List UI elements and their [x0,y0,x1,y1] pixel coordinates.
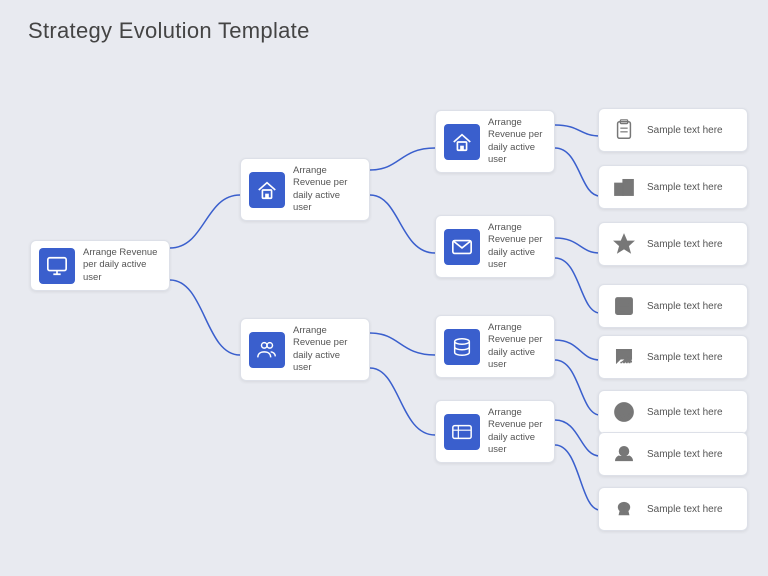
database-svg [451,336,473,358]
branch4-node[interactable]: Arrange Revenue per daily active user [435,400,555,463]
mid1-icon [249,172,285,208]
root-icon [39,248,75,284]
leaf7-card[interactable]: Sample text here [598,432,748,476]
leaf1-icon [609,115,639,145]
branch2-label: Arrange Revenue per daily active user [488,222,546,271]
buildings-svg [613,176,635,198]
branch1-icon [444,124,480,160]
leaf1-text: Sample text here [647,125,723,136]
leaf4-card[interactable]: Sample text here [598,284,748,328]
leaf3-text: Sample text here [647,239,723,250]
mid1-label: Arrange Revenue per daily active user [293,165,361,214]
branch1-label: Arrange Revenue per daily active user [488,117,546,166]
clipboard-svg [613,119,635,141]
leaf5-icon [609,342,639,372]
leaf4-icon [609,291,639,321]
house-svg [256,179,278,201]
leaf7-text: Sample text here [647,449,723,460]
checklist-svg [613,295,635,317]
page-title: Strategy Evolution Template [28,18,310,44]
branch1-svg [451,131,473,153]
branch2-node[interactable]: Arrange Revenue per daily active user [435,215,555,278]
chat-svg [613,346,635,368]
leaf8-icon [609,494,639,524]
branch2-icon [444,229,480,265]
star-svg [613,233,635,255]
branch3-icon [444,329,480,365]
mid2-label: Arrange Revenue per daily active user [293,325,361,374]
leaf3-card[interactable]: Sample text here [598,222,748,266]
leaf8-text: Sample text here [647,504,723,515]
leaf6-card[interactable]: Sample text here [598,390,748,434]
mid2-icon [249,332,285,368]
root-node[interactable]: Arrange Revenue per daily active user [30,240,170,291]
people-svg [256,339,278,361]
head-svg [613,443,635,465]
leaf4-text: Sample text here [647,301,723,312]
branch1-node[interactable]: Arrange Revenue per daily active user [435,110,555,173]
monitor-svg [46,255,68,277]
leaf2-icon [609,172,639,202]
leaf2-card[interactable]: Sample text here [598,165,748,209]
target-svg [613,401,635,423]
branch4-icon [444,414,480,450]
branch3-node[interactable]: Arrange Revenue per daily active user [435,315,555,378]
envelope-svg [451,236,473,258]
mid2-node[interactable]: Arrange Revenue per daily active user [240,318,370,381]
branch3-label: Arrange Revenue per daily active user [488,322,546,371]
branch4-svg [451,421,473,443]
leaf5-card[interactable]: Sample text here [598,335,748,379]
leaf7-icon [609,439,639,469]
leaf1-card[interactable]: Sample text here [598,108,748,152]
mid1-node[interactable]: Arrange Revenue per daily active user [240,158,370,221]
leaf5-text: Sample text here [647,352,723,363]
leaf8-card[interactable]: Sample text here [598,487,748,531]
leaf6-icon [609,397,639,427]
root-label: Arrange Revenue per daily active user [83,247,161,284]
leaf3-icon [609,229,639,259]
leaf2-text: Sample text here [647,182,723,193]
brain-svg [613,498,635,520]
leaf6-text: Sample text here [647,407,723,418]
branch4-label: Arrange Revenue per daily active user [488,407,546,456]
